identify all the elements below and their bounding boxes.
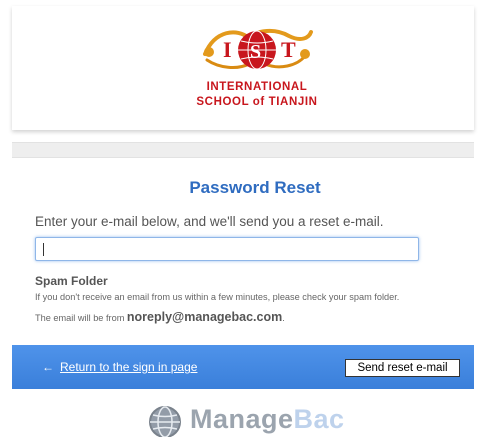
spam-folder-note: If you don't receive an email from us wi… — [35, 292, 400, 302]
managebac-brand: ManageBac — [148, 401, 368, 437]
sender-note-prefix: The email will be from — [35, 313, 127, 323]
brand-name-part2: Bac — [293, 404, 345, 434]
page-title: Password Reset — [189, 178, 321, 197]
action-bar: ← Return to the sign in page Send reset e… — [12, 345, 474, 389]
text-cursor — [43, 243, 44, 256]
school-logo: I S T INTERNATIONAL SCHOOL of TIANJIN — [187, 24, 327, 119]
instructions-text: Enter your e-mail below, and we'll send … — [35, 214, 384, 229]
svg-text:S: S — [250, 41, 261, 63]
school-crest-icon: I S T — [203, 29, 313, 70]
managebac-globe-icon — [149, 406, 181, 437]
header-divider-band — [12, 142, 474, 158]
send-reset-email-button[interactable]: Send reset e-mail — [345, 359, 460, 377]
school-name-line1: INTERNATIONAL — [206, 81, 308, 93]
svg-text:T: T — [281, 37, 296, 62]
password-reset-page: I S T INTERNATIONAL SCHOOL of TIANJIN Pa… — [0, 0, 483, 437]
sender-email: noreply@managebac.com — [126, 310, 283, 324]
school-name-line2: SCHOOL of TIANJIN — [196, 96, 318, 108]
return-to-sign-in-link[interactable]: ← Return to the sign in page — [42, 360, 197, 374]
brand-name-part1: Manage — [190, 404, 294, 434]
svg-text:I: I — [223, 37, 232, 62]
left-arrow-icon: ← — [42, 360, 54, 374]
spam-folder-heading: Spam Folder — [35, 274, 108, 288]
sender-note: The email will be from noreply@managebac… — [35, 310, 480, 324]
brand-name: ManageBac — [190, 404, 345, 435]
email-field[interactable] — [35, 237, 419, 261]
reset-form-card: Password Reset Enter your e-mail below, … — [12, 158, 474, 338]
school-header-card: I S T INTERNATIONAL SCHOOL of TIANJIN — [12, 6, 474, 130]
return-link-label: Return to the sign in page — [60, 360, 198, 374]
sender-note-suffix: . — [282, 313, 285, 323]
